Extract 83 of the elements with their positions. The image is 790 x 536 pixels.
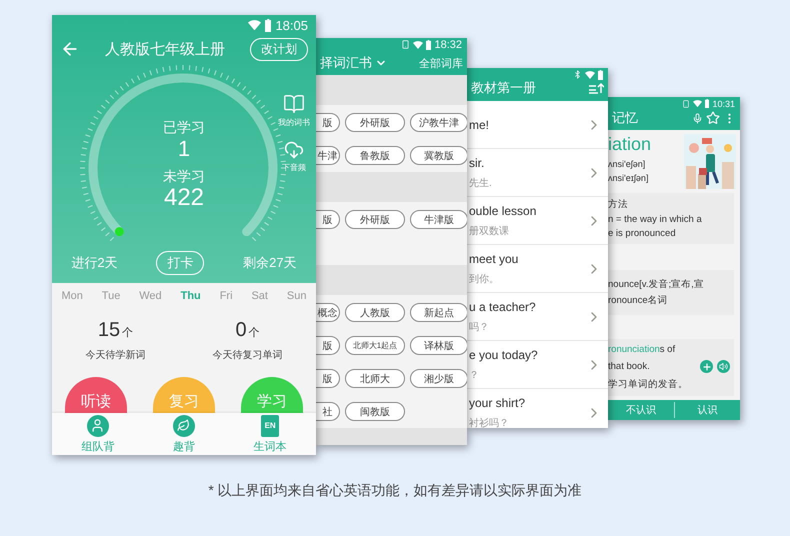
textbook-chip[interactable]: 北师大: [345, 369, 405, 388]
book-icon: [283, 93, 305, 115]
example-sentence: ronunciations of: [608, 344, 676, 355]
status-time: 18:32: [434, 38, 462, 50]
days-left-text: 剩余27天: [243, 254, 297, 272]
screen-title: 人教版七年级上册: [104, 40, 226, 58]
wifi-icon: [692, 100, 702, 108]
lesson-translation: 衬衫吗？: [469, 416, 510, 428]
gauge-value: 1: [178, 136, 190, 162]
textbook-chip[interactable]: 北师大1起点: [345, 336, 405, 355]
sort-icon[interactable]: [588, 82, 604, 94]
footnote-text: * 以上界面均来自省心英语功能，如有差异请以实际界面为准: [208, 482, 582, 498]
textbook-chip[interactable]: 外研版: [345, 113, 405, 132]
textbook-chip[interactable]: 版: [316, 336, 340, 355]
phone-icon: [401, 40, 410, 49]
lesson-translation: 吗？: [469, 320, 490, 334]
textbook-chip[interactable]: 版: [316, 369, 340, 388]
progress-dot: [114, 227, 124, 236]
stat-unit: 个: [248, 326, 260, 340]
add-icon[interactable]: [700, 360, 713, 373]
phonetic-text: ʌnsi'eʃən]: [608, 159, 646, 169]
phonetic-text: ʌnsi'eɪʃən]: [608, 173, 650, 183]
stat-label: 今天待复习单词: [212, 348, 282, 362]
textbook-chip[interactable]: 版: [316, 210, 340, 229]
textbook-chip[interactable]: 人教版: [345, 303, 405, 322]
lesson-title[interactable]: your shirt?: [469, 396, 586, 410]
etymology-text: ronounce名词: [608, 294, 669, 307]
textbook-chip[interactable]: 新起点: [410, 303, 467, 322]
textbook-chip[interactable]: 冀教版: [410, 146, 467, 165]
lesson-translation: 先生.: [469, 176, 493, 190]
lesson-title[interactable]: sir.: [469, 156, 586, 170]
gauge-value: 422: [164, 185, 204, 211]
example-translation: 学习单词的发音。: [608, 378, 689, 391]
lesson-title[interactable]: ouble lesson: [469, 204, 586, 218]
textbook-chip[interactable]: 牛津: [316, 146, 340, 165]
wifi-icon: [413, 40, 424, 48]
textbook-chip[interactable]: 译林版: [410, 336, 467, 355]
stat-value: 0: [235, 318, 247, 342]
star-icon[interactable]: [706, 111, 720, 125]
cloud-download-icon: [284, 140, 304, 160]
battery-icon: [426, 40, 432, 50]
battery-icon: [704, 99, 710, 108]
lesson-translation: 册双数课: [469, 224, 510, 238]
stat-unit: 个: [122, 326, 134, 340]
word-title: iation: [608, 134, 652, 155]
wifi-icon: [585, 70, 595, 78]
textbook-chip[interactable]: 牛津版: [410, 210, 467, 229]
battery-icon: [598, 70, 603, 80]
gauge-label: 未学习: [163, 168, 205, 185]
textbook-chip[interactable]: 沪教牛津: [410, 113, 467, 132]
textbook-chip[interactable]: 外研版: [345, 210, 405, 229]
lesson-title[interactable]: e you today?: [469, 348, 586, 362]
textbook-chip[interactable]: 版: [316, 113, 340, 132]
lesson-translation: 到你。: [469, 272, 500, 286]
example-sentence: that book.: [608, 361, 651, 372]
textbook-chip[interactable]: 社: [316, 402, 340, 421]
bluetooth-icon: [573, 70, 582, 79]
lesson-title[interactable]: me!: [469, 118, 586, 132]
screen-title: 教材第一册: [471, 79, 536, 97]
definition-text: e is pronounced: [608, 228, 677, 239]
microphone-icon[interactable]: [692, 112, 703, 124]
gauge-label: 已学习: [163, 119, 205, 136]
textbook-chip[interactable]: 概念: [316, 303, 340, 322]
textbook-chip[interactable]: 湘少版: [410, 369, 467, 388]
etymology-text: nounce[v.发音;宣布,宣: [608, 278, 705, 291]
phone-icon: [682, 100, 690, 108]
stat-label: 今天待学新词: [86, 348, 146, 362]
status-time: 18:05: [275, 18, 308, 32]
lesson-title[interactable]: meet you: [469, 252, 586, 266]
days-done-text: 进行2天: [71, 254, 118, 272]
status-time: 10:31: [712, 98, 735, 108]
speaker-icon[interactable]: [717, 360, 730, 373]
textbook-chip[interactable]: 闽教版: [345, 402, 405, 421]
definition-text: 方法: [608, 198, 629, 211]
screen-title: 记忆: [612, 109, 638, 127]
vocabulary-book-icon: EN: [261, 414, 280, 436]
textbook-chip[interactable]: 鲁教版: [345, 146, 405, 165]
lesson-title[interactable]: u a teacher?: [469, 300, 586, 314]
definition-text: n = the way in which a: [608, 214, 703, 225]
wifi-icon: [248, 20, 261, 30]
lesson-translation: ？: [469, 368, 480, 382]
stat-value: 15: [98, 318, 120, 342]
battery-icon: [264, 18, 272, 32]
